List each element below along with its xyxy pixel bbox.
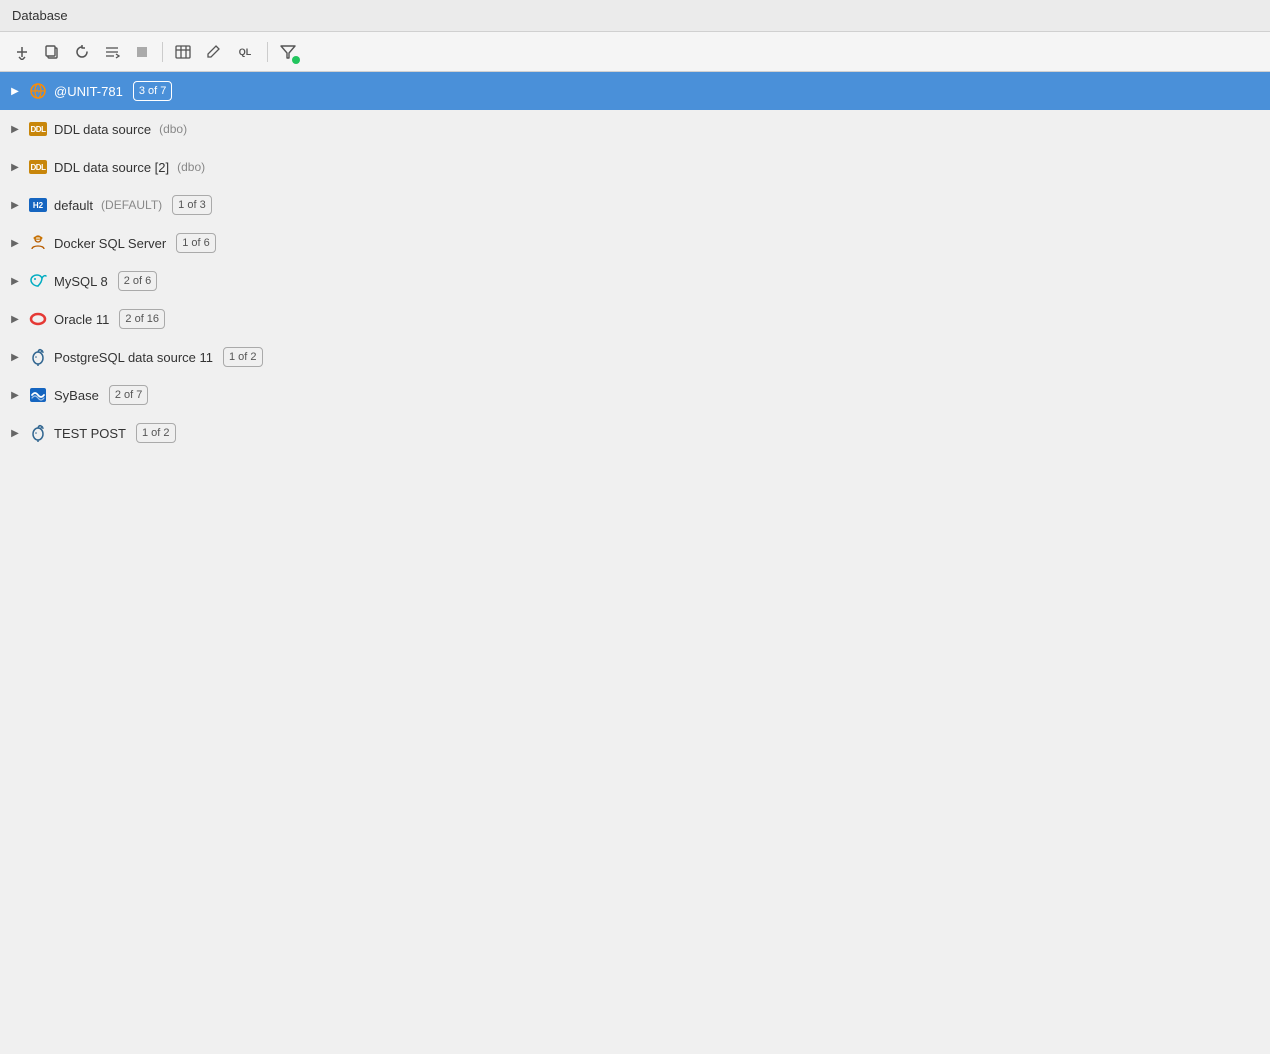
- refresh-button[interactable]: [68, 38, 96, 66]
- add-button[interactable]: [8, 38, 36, 66]
- tree-item-oracle[interactable]: ▶ Oracle 11 2 of 16: [0, 300, 1270, 338]
- tree-item-label-testpost: TEST POST: [54, 426, 126, 441]
- filter-button[interactable]: [274, 38, 302, 66]
- tree-item-badge-default: 1 of 3: [172, 195, 212, 215]
- tree-item-sublabel-ddl2: (dbo): [177, 160, 205, 174]
- tree-item-label-oracle: Oracle 11: [54, 312, 109, 327]
- filter-active-dot: [292, 56, 300, 64]
- tree-item-ddl2[interactable]: ▶ DDL DDL data source [2] (dbo): [0, 148, 1270, 186]
- tree-item-badge-docker: 1 of 6: [176, 233, 216, 253]
- tree-item-label-sybase: SyBase: [54, 388, 99, 403]
- sql-button[interactable]: QL: [229, 38, 261, 66]
- tree-item-ddl1[interactable]: ▶ DDL DDL data source (dbo): [0, 110, 1270, 148]
- h2-icon: H2: [28, 195, 48, 215]
- expand-arrow-default: ▶: [8, 198, 22, 212]
- tree-item-sublabel-default: (DEFAULT): [101, 198, 162, 212]
- tree-item-mysql[interactable]: ▶ MySQL 8 2 of 6: [0, 262, 1270, 300]
- tree-item-label-ddl1: DDL data source: [54, 122, 151, 137]
- ddl-icon-1: DDL: [28, 119, 48, 139]
- mysql-icon: [28, 271, 48, 291]
- toolbar-separator-1: [162, 42, 163, 62]
- expand-arrow-oracle: ▶: [8, 312, 22, 326]
- tree-item-badge-testpost: 1 of 2: [136, 423, 176, 443]
- toolbar: QL: [0, 32, 1270, 72]
- tree-item-label-postgresql11: PostgreSQL data source 11: [54, 350, 213, 365]
- postgresql-icon-2: [28, 423, 48, 443]
- tree-item-label-default: default: [54, 198, 93, 213]
- tree-item-badge-mysql: 2 of 6: [118, 271, 158, 291]
- expand-arrow-postgresql11: ▶: [8, 350, 22, 364]
- stop-button[interactable]: [128, 38, 156, 66]
- expand-arrow-unit781: ▶: [8, 84, 22, 98]
- tree-item-unit-781[interactable]: ▶ @UNIT-781 3 of 7: [0, 72, 1270, 110]
- copy-button[interactable]: [38, 38, 66, 66]
- sql-server-icon: [28, 233, 48, 253]
- tree-item-label-unit781: @UNIT-781: [54, 84, 123, 99]
- tree-item-label-ddl2: DDL data source [2]: [54, 160, 169, 175]
- edit-button[interactable]: [199, 38, 227, 66]
- ddl-icon-2: DDL: [28, 157, 48, 177]
- expand-arrow-ddl1: ▶: [8, 122, 22, 136]
- tree-item-label-mysql: MySQL 8: [54, 274, 108, 289]
- server-icon-unit781: [28, 81, 48, 101]
- toolbar-separator-2: [267, 42, 268, 62]
- expand-arrow-docker: ▶: [8, 236, 22, 250]
- tree-item-sybase[interactable]: ▶ SyBase 2 of 7: [0, 376, 1270, 414]
- sybase-icon: [28, 385, 48, 405]
- database-panel: Database: [0, 0, 1270, 1054]
- tree-item-badge-oracle: 2 of 16: [119, 309, 165, 329]
- oracle-icon: [28, 309, 48, 329]
- table-view-button[interactable]: [169, 38, 197, 66]
- tree-item-postgresql11[interactable]: ▶ PostgreSQL data source 11 1 of 2: [0, 338, 1270, 376]
- tree-item-testpost[interactable]: ▶ TEST POST 1 of 2: [0, 414, 1270, 452]
- tree-item-sublabel-ddl1: (dbo): [159, 122, 187, 136]
- tree-item-docker-sql[interactable]: ▶ Docker SQL Server 1 of 6: [0, 224, 1270, 262]
- schema-button[interactable]: [98, 38, 126, 66]
- expand-arrow-sybase: ▶: [8, 388, 22, 402]
- tree-item-badge-sybase: 2 of 7: [109, 385, 149, 405]
- tree-item-default[interactable]: ▶ H2 default (DEFAULT) 1 of 3: [0, 186, 1270, 224]
- expand-arrow-mysql: ▶: [8, 274, 22, 288]
- tree-item-badge-unit781: 3 of 7: [133, 81, 173, 101]
- postgresql-icon-1: [28, 347, 48, 367]
- tree-item-label-docker: Docker SQL Server: [54, 236, 166, 251]
- panel-title: Database: [0, 0, 1270, 32]
- expand-arrow-ddl2: ▶: [8, 160, 22, 174]
- expand-arrow-testpost: ▶: [8, 426, 22, 440]
- database-tree: ▶ @UNIT-781 3 of 7 ▶ DDL DDL data source: [0, 72, 1270, 1054]
- tree-item-badge-postgresql11: 1 of 2: [223, 347, 263, 367]
